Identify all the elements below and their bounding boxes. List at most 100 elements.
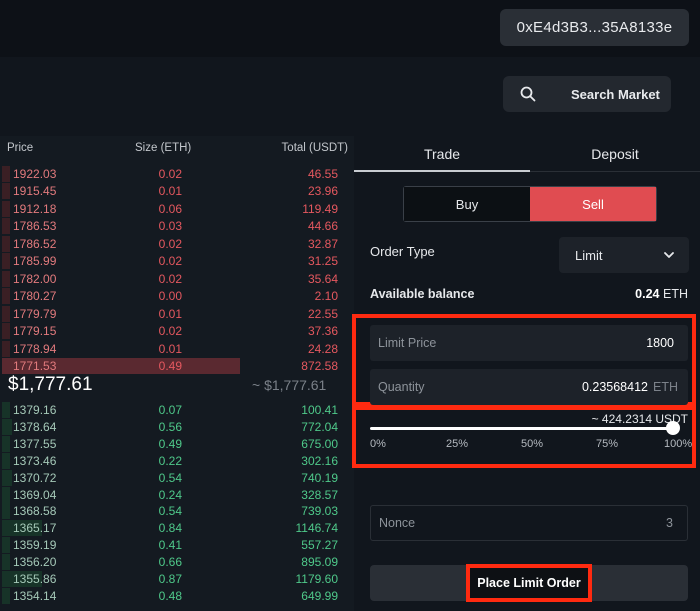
ask-total: 35.64: [307, 271, 338, 286]
bid-size: 0.54: [158, 504, 182, 519]
ask-size: 0.02: [158, 254, 182, 269]
bid-total: 739.03: [301, 504, 338, 519]
side-toggle: Buy Sell: [403, 186, 657, 222]
quantity-value: 0.23568412: [581, 380, 648, 394]
bid-total: 675.00: [301, 436, 338, 451]
ask-row[interactable]: 1782.00 0.02 35.64: [0, 270, 354, 287]
slider-tick-100[interactable]: 100%: [664, 438, 692, 450]
bid-size: 0.54: [158, 470, 182, 485]
bid-size: 0.66: [158, 555, 182, 570]
panel-tabs: Trade Deposit: [354, 136, 700, 172]
ask-price: 1780.27: [13, 289, 57, 304]
bid-size: 0.22: [158, 453, 182, 468]
quantity-label: Quantity: [378, 380, 425, 394]
slider-tick-75[interactable]: 75%: [596, 438, 618, 450]
bid-total: 100.41: [301, 403, 338, 417]
ask-size: 0.49: [158, 358, 182, 373]
bid-total: 302.16: [301, 453, 338, 468]
quantity-unit: ETH: [653, 380, 678, 394]
bid-total: 740.19: [301, 470, 338, 485]
bid-row[interactable]: 1359.19 0.41 557.27: [0, 536, 354, 554]
ask-price: 1912.18: [13, 201, 57, 216]
wallet-address-button[interactable]: 0xE4d3B3...35A8133e: [500, 9, 689, 46]
ask-row[interactable]: 1779.79 0.01 22.55: [0, 305, 354, 322]
mid-price: $1,777.61: [8, 374, 93, 395]
bid-price: 1356.20: [13, 555, 57, 570]
ask-price: 1915.45: [13, 184, 57, 199]
tab-trade[interactable]: Trade: [354, 146, 530, 162]
ask-price: 1785.99: [13, 254, 57, 269]
ask-size: 0.02: [158, 271, 182, 286]
ask-row[interactable]: 1915.45 0.01 23.96: [0, 182, 354, 200]
bid-row[interactable]: 1354.14 0.48 649.99: [0, 587, 354, 604]
slider-tick-0[interactable]: 0%: [370, 438, 386, 450]
ask-row[interactable]: 1785.99 0.02 31.25: [0, 252, 354, 270]
slider-tick-25[interactable]: 25%: [446, 438, 468, 450]
bid-price: 1373.46: [13, 453, 57, 468]
ask-depth-bar: [2, 166, 10, 182]
limit-price-field[interactable]: Limit Price 1800: [370, 325, 688, 361]
place-limit-order-button[interactable]: Place Limit Order: [466, 564, 592, 602]
bid-row[interactable]: 1356.20 0.66 895.09: [0, 553, 354, 571]
sell-button[interactable]: Sell: [530, 187, 656, 221]
bid-total: 772.04: [301, 419, 338, 434]
nonce-field[interactable]: Nonce 3: [370, 505, 688, 541]
ask-row[interactable]: 1778.94 0.01 24.28: [0, 340, 354, 357]
limit-price-label: Limit Price: [378, 336, 437, 350]
ask-price: 1779.15: [13, 324, 57, 339]
bid-depth-bar: [2, 469, 12, 486]
search-market-button[interactable]: Search Market: [503, 76, 671, 112]
bid-price: 1365.17: [13, 521, 57, 536]
buy-button[interactable]: Buy: [404, 187, 530, 221]
bid-size: 0.87: [158, 572, 182, 586]
balance-amount: 0.24: [635, 287, 660, 301]
ask-size: 0.02: [158, 236, 182, 251]
bid-size: 0.07: [158, 403, 182, 417]
ask-total: 2.10: [314, 289, 338, 304]
bid-row[interactable]: 1379.16 0.07 100.41: [0, 401, 354, 418]
bid-row[interactable]: 1377.55 0.49 675.00: [0, 435, 354, 452]
nonce-label: Nonce: [379, 516, 416, 530]
ask-depth-bar: [2, 340, 10, 357]
ask-row[interactable]: 1786.52 0.02 32.87: [0, 235, 354, 252]
bid-row[interactable]: 1368.58 0.54 739.03: [0, 502, 354, 520]
top-bar: 0xE4d3B3...35A8133e: [0, 0, 700, 57]
order-type-select[interactable]: Limit: [559, 237, 689, 273]
place-order-bar[interactable]: Place Limit Order: [370, 564, 688, 602]
quantity-field[interactable]: Quantity 0.23568412 ETH: [370, 369, 688, 405]
bid-row[interactable]: 1355.86 0.87 1179.60: [0, 570, 354, 587]
bid-row[interactable]: 1369.04 0.24 328.57: [0, 486, 354, 503]
ask-price: 1786.52: [13, 236, 57, 251]
amount-slider-track[interactable]: [370, 427, 673, 430]
limit-price-value: 1800: [646, 336, 674, 350]
ask-row[interactable]: 1912.18 0.06 119.49: [0, 200, 354, 217]
available-balance-label: Available balance: [370, 287, 475, 301]
ask-total: 46.55: [307, 167, 338, 181]
ask-row[interactable]: 1779.15 0.02 37.36: [0, 322, 354, 340]
bid-price: 1377.55: [13, 436, 57, 451]
ask-row[interactable]: 1786.53 0.03 44.66: [0, 217, 354, 235]
ask-depth-bar: [2, 183, 10, 200]
ask-total: 37.36: [307, 324, 338, 339]
bid-row[interactable]: 1365.17 0.84 1146.74: [0, 519, 354, 537]
bid-row[interactable]: 1378.64 0.56 772.04: [0, 418, 354, 435]
bid-row[interactable]: 1373.46 0.22 302.16: [0, 452, 354, 469]
bid-total: 1179.60: [295, 572, 339, 586]
ask-total: 32.87: [307, 236, 338, 251]
ask-row[interactable]: 1922.03 0.02 46.55: [0, 165, 354, 182]
ask-size: 0.01: [158, 341, 182, 356]
ask-total: 22.55: [307, 306, 338, 321]
ask-price: 1779.79: [13, 306, 57, 321]
bid-size: 0.84: [158, 521, 182, 536]
tab-deposit[interactable]: Deposit: [530, 146, 700, 162]
ask-row[interactable]: 1780.27 0.00 2.10: [0, 287, 354, 305]
bid-depth-bar: [2, 402, 10, 418]
bid-price: 1378.64: [13, 419, 57, 434]
amount-slider-handle[interactable]: [666, 421, 680, 435]
ask-row[interactable]: 1771.53 0.49 872.58: [0, 357, 354, 374]
bid-row[interactable]: 1370.72 0.54 740.19: [0, 469, 354, 486]
ask-price: 1922.03: [13, 167, 57, 181]
bid-price: 1369.04: [13, 487, 57, 502]
bid-price: 1355.86: [13, 572, 57, 586]
slider-tick-50[interactable]: 50%: [521, 438, 543, 450]
